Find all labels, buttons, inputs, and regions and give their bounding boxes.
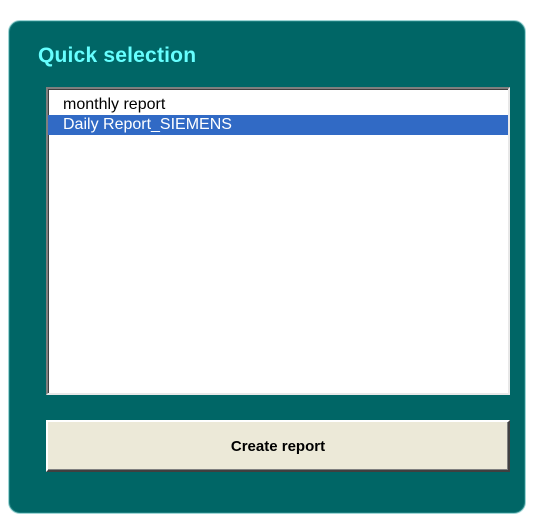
create-report-button[interactable]: Create report xyxy=(46,420,510,472)
quick-selection-panel: Quick selection monthly report Daily Rep… xyxy=(8,20,526,514)
panel-title: Quick selection xyxy=(38,44,197,67)
list-item-monthly-report[interactable]: monthly report xyxy=(48,95,508,115)
list-item-daily-report-siemens[interactable]: Daily Report_SIEMENS xyxy=(48,115,508,135)
report-listbox[interactable]: monthly report Daily Report_SIEMENS xyxy=(46,87,510,395)
